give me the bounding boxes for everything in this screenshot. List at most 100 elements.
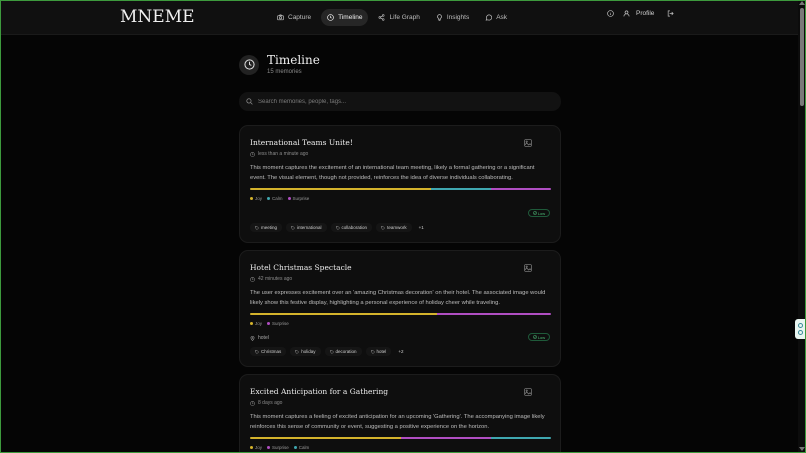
search-bar[interactable] [239, 92, 561, 111]
emotion-dot [250, 446, 253, 449]
tag-icon [291, 225, 295, 230]
tag-label: holiday [301, 349, 316, 354]
emotion-bar [250, 437, 551, 439]
logout-icon [668, 10, 675, 17]
emotion-segment [436, 313, 551, 315]
map-pin-icon [250, 335, 255, 341]
image-icon [524, 388, 532, 396]
emotion-label: Joy [255, 445, 263, 450]
scroll-up-arrow[interactable] [799, 1, 805, 5]
tag-list: Christmas holiday decoration hotel +2 [250, 347, 406, 356]
legend-item: Surprise [267, 321, 289, 326]
emotion-label: Surprise [272, 321, 289, 326]
emotion-dot [287, 197, 291, 200]
nav-label: Ask [496, 14, 508, 21]
image-icon [524, 264, 532, 272]
emotion-label: Joy [255, 321, 263, 326]
info-button[interactable] [606, 9, 615, 18]
legend-item: Calm [293, 445, 309, 450]
page-scrollbar[interactable] [798, 0, 806, 453]
tag-label: hotel [376, 349, 387, 354]
search-icon [246, 98, 253, 105]
user-nav: Profile [606, 9, 675, 18]
emotion-segment [490, 437, 551, 439]
widget-icon [798, 330, 803, 335]
main-nav: Capture Timeline Life Graph Insights Ask [271, 9, 513, 26]
image-icon [524, 139, 532, 147]
tag-icon [370, 349, 375, 354]
emotion-segment [250, 437, 401, 439]
tag-icon [329, 349, 334, 354]
emotion-bar [250, 188, 551, 190]
emotion-dot [250, 197, 253, 200]
memory-card[interactable]: Excited Anticipation for a Gathering 8 d… [239, 374, 561, 453]
emotion-label: Surprise [292, 196, 310, 201]
nav-item-life-graph[interactable]: Life Graph [372, 9, 425, 26]
floating-widget[interactable] [795, 319, 806, 339]
tag-label: collaboration [341, 225, 368, 230]
legend-item: Calm [267, 196, 283, 201]
emotion-bar [250, 313, 551, 315]
legend-item: Surprise [287, 196, 310, 201]
legend-item: Surprise [267, 445, 289, 450]
emotion-dot [267, 322, 271, 325]
page-header: Timeline 15 memories [239, 54, 320, 75]
clock-icon [243, 59, 255, 70]
scrollbar-thumb[interactable] [800, 8, 804, 106]
timeline-badge [239, 54, 259, 75]
tag-chip[interactable]: meeting [250, 223, 283, 232]
app-logo[interactable]: MNEME [120, 9, 195, 26]
nav-label: Insights [446, 14, 470, 21]
tag-chip[interactable]: teamwork [376, 223, 412, 232]
more-tags[interactable]: +2 [395, 347, 406, 356]
user-icon [623, 10, 630, 17]
emotion-dot [267, 197, 271, 200]
tag-chip[interactable]: holiday [290, 347, 321, 356]
nav-item-capture[interactable]: Capture [271, 9, 317, 26]
top-navbar: MNEME Capture Timeline Life Graph Insigh… [0, 0, 798, 35]
emotion-segment [400, 437, 491, 439]
legend-item: Joy [250, 321, 262, 326]
camera-icon [277, 14, 284, 21]
tag-chip[interactable]: hotel [365, 347, 392, 356]
widget-icon [798, 323, 803, 328]
tag-chip[interactable]: international [286, 223, 327, 232]
memory-card[interactable]: Hotel Christmas Spectacle 42 minutes ago… [239, 250, 561, 367]
check-circle-icon [532, 335, 537, 339]
emotion-segment [430, 188, 491, 190]
tag-label: international [297, 225, 322, 230]
search-input[interactable] [258, 98, 538, 105]
tag-chip[interactable]: decoration [324, 347, 362, 356]
profile-button[interactable]: Profile [623, 10, 654, 17]
tag-icon [335, 225, 340, 230]
memory-time: less than a minute ago [250, 151, 308, 157]
nav-label: Timeline [338, 14, 363, 21]
status-badge: Low [528, 209, 550, 217]
info-icon [607, 10, 614, 17]
nav-item-timeline[interactable]: Timeline [321, 9, 369, 26]
memory-time: 8 days ago [250, 400, 282, 406]
tag-label: teamwork [387, 225, 407, 230]
nav-label: Life Graph [389, 14, 420, 21]
logout-button[interactable] [666, 9, 675, 18]
scroll-down-arrow[interactable] [799, 447, 805, 451]
tag-icon [295, 349, 300, 354]
emotion-label: Surprise [272, 445, 289, 450]
tag-label: decoration [335, 349, 357, 354]
tag-chip[interactable]: collaboration [330, 223, 373, 232]
memory-description: This moment captures the excitement of a… [250, 165, 535, 181]
tag-chip[interactable]: Christmas [250, 347, 287, 356]
memory-description: This moment captures a feeling of excite… [250, 414, 545, 430]
emotion-segment [250, 313, 437, 315]
legend-item: Joy [250, 196, 262, 201]
emotion-label: Joy [255, 196, 263, 201]
memory-card[interactable]: International Teams Unite! less than a m… [239, 125, 561, 243]
nav-item-insights[interactable]: Insights [430, 9, 475, 26]
emotion-legend: Joy Surprise [250, 321, 289, 326]
memory-title: International Teams Unite! [250, 138, 353, 147]
nav-item-ask[interactable]: Ask [479, 9, 513, 26]
emotion-segment [490, 188, 551, 190]
more-tags[interactable]: +1 [416, 223, 427, 232]
page-title: Timeline [267, 53, 320, 67]
emotion-dot [267, 446, 271, 449]
